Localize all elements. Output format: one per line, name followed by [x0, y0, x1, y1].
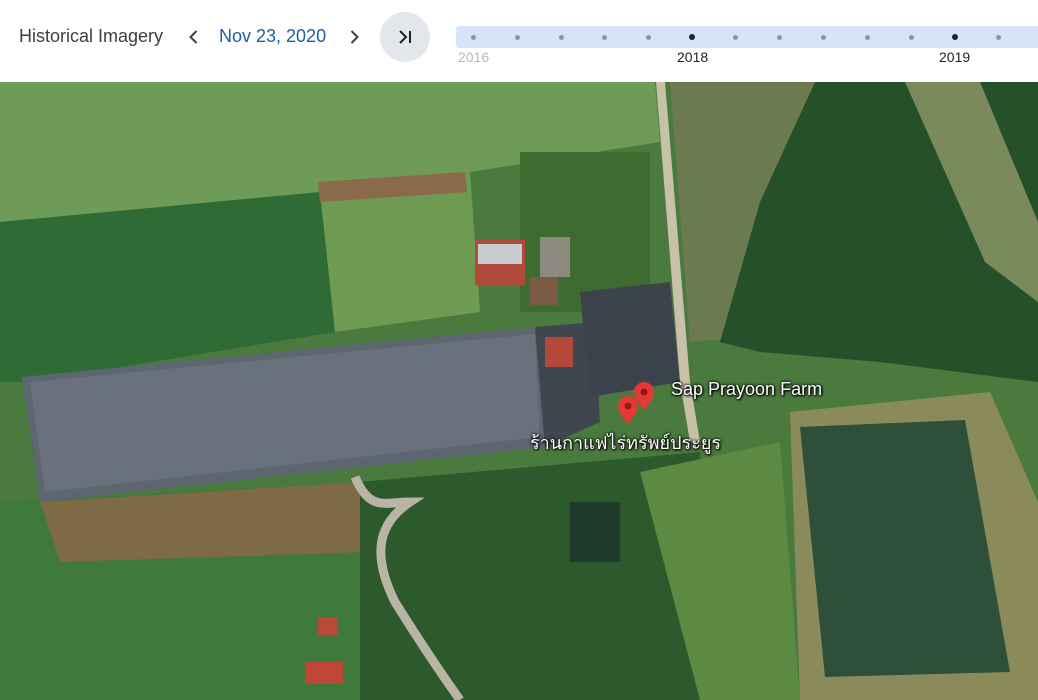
- previous-date-button[interactable]: [180, 22, 208, 52]
- place-label-sap-prayoon-farm[interactable]: Sap Prayoon Farm: [671, 379, 822, 400]
- timeline-tick[interactable]: [646, 35, 651, 40]
- historical-imagery-toolbar: Historical Imagery Nov 23, 2020 2016 201…: [0, 0, 1038, 82]
- timeline-slider[interactable]: [456, 26, 1038, 48]
- timeline-tick[interactable]: [602, 35, 607, 40]
- timeline-tick[interactable]: [865, 35, 870, 40]
- jump-to-latest-button[interactable]: [380, 12, 430, 62]
- timeline-tick[interactable]: [777, 35, 782, 40]
- timeline-tick[interactable]: [821, 35, 826, 40]
- timeline-tick[interactable]: [471, 35, 476, 40]
- skip-to-end-icon: [399, 30, 411, 44]
- satellite-map[interactable]: Sap Prayoon Farm ร้านกาแฟไร่ทรัพย์ประยูร: [0, 82, 1038, 700]
- timeline-tick[interactable]: [559, 35, 564, 40]
- place-label-coffee-shop[interactable]: ร้านกาแฟไร่ทรัพย์ประยูร: [530, 428, 721, 457]
- satellite-imagery: [0, 82, 1038, 700]
- next-date-button[interactable]: [340, 22, 368, 52]
- timeline-tick[interactable]: [909, 35, 914, 40]
- imagery-date[interactable]: Nov 23, 2020: [219, 26, 326, 47]
- chevron-left-icon: [189, 30, 198, 44]
- timeline-tick[interactable]: [515, 35, 520, 40]
- timeline-year-label: 2018: [677, 49, 709, 65]
- timeline-tick[interactable]: [996, 35, 1001, 40]
- timeline-tick[interactable]: [733, 35, 738, 40]
- timeline-year-label: 2019: [939, 49, 971, 65]
- chevron-right-icon: [350, 30, 359, 44]
- timeline-tick-2019[interactable]: [952, 34, 958, 40]
- map-pin-icon[interactable]: [618, 396, 638, 424]
- timeline-tick-2018[interactable]: [689, 34, 695, 40]
- timeline-year-label: 2016: [458, 49, 490, 65]
- historical-imagery-title: Historical Imagery: [19, 26, 164, 46]
